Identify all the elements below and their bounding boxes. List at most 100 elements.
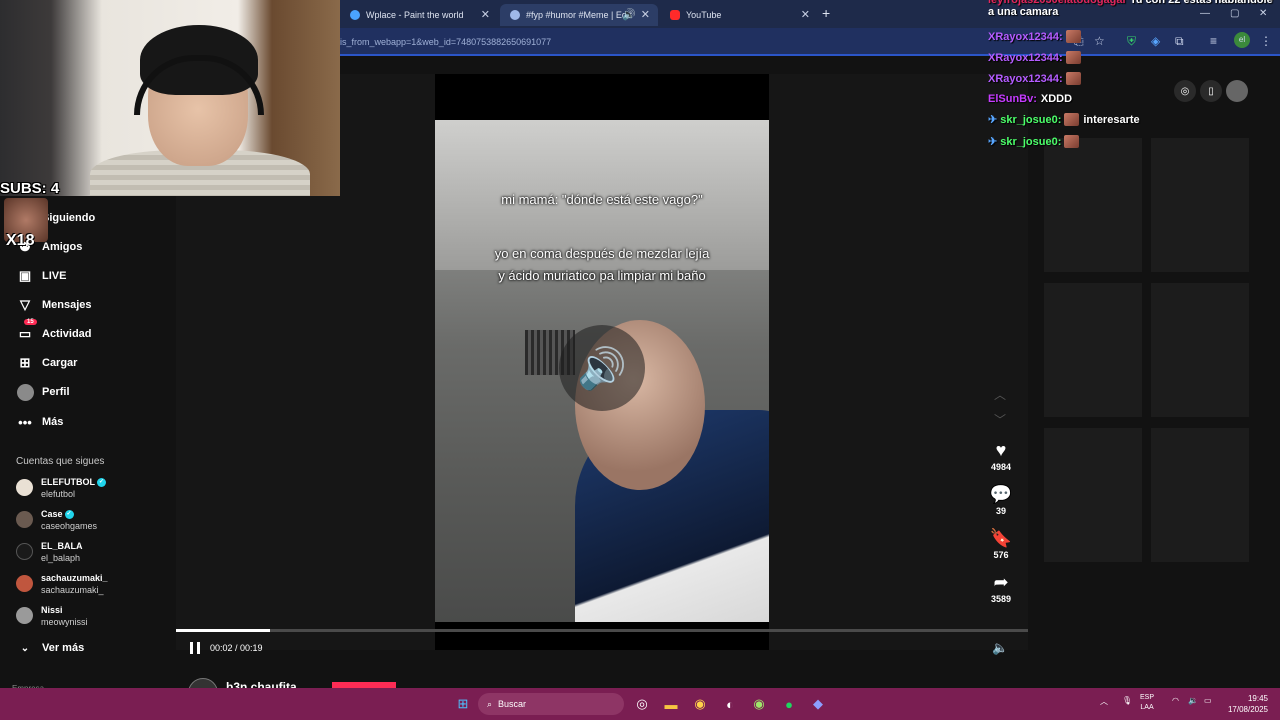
tab-label: Wplace - Paint the world [366,10,464,20]
chat-user: skr_josue0: [1000,113,1062,126]
microphone-icon[interactable]: 🎙 [1122,696,1132,705]
save-button[interactable]: 🔖 576 [984,528,1018,560]
subs-counter: SUBS: 4 [0,180,60,197]
close-icon[interactable]: ✕ [801,8,810,21]
next-video-button[interactable]: ﹀ [994,411,1006,428]
sidebar-item-activity[interactable]: ▭ 15 Actividad [16,319,92,343]
battery-icon[interactable]: ▭ [1204,696,1212,705]
sidebar-item-label: Mensajes [42,299,92,311]
close-icon[interactable]: ✕ [481,8,490,21]
close-icon[interactable]: ✕ [641,8,650,21]
kebab-menu-icon[interactable]: ⋮ [1260,34,1272,48]
account-item[interactable]: Case ✓ caseohgames [16,508,97,532]
profile-avatar[interactable] [1226,80,1248,102]
grid-card[interactable] [1151,138,1249,272]
system-clock[interactable]: 19:45 17/08/2025 [1220,693,1268,715]
sticker-label: X18 [6,232,35,249]
grid-card[interactable] [1044,283,1142,417]
account-item[interactable]: EL_BALA el_balaph [16,540,83,564]
save-count: 576 [993,550,1009,560]
grid-card[interactable] [1151,428,1249,562]
grid-card[interactable] [1044,138,1142,272]
sidebar-item-upload[interactable]: ⊞ Cargar [16,354,78,372]
wifi-icon[interactable]: ◠ [1172,696,1179,705]
avatar [16,511,33,528]
region-code: LAA [1140,704,1154,711]
previous-video-button[interactable]: ︿ [994,386,1006,403]
tab-youtube[interactable]: YouTube ✕ [660,4,818,26]
following-accounts-title: Cuentas que sigues [16,456,105,467]
video-time: 00:02 / 00:19 [210,643,263,653]
obs-icon[interactable]: ◐ [722,696,738,712]
account-item[interactable]: ELEFUTBOL ✓ elefutbol [16,476,106,500]
media-control-icon[interactable]: ≡ [1210,34,1217,48]
taskbar-search[interactable]: ⌕ Buscar [478,693,624,715]
app-icon[interactable]: ◎ [634,696,650,712]
shield-extension-icon[interactable]: ⛨ [1127,34,1136,49]
volume-overlay-icon[interactable]: 🔊 [559,325,645,411]
account-item[interactable]: Nissi meowynissi [16,604,88,628]
new-tab-button[interactable]: + [822,5,830,21]
puzzle-icon[interactable]: ⧉ [1175,34,1184,49]
folder-icon[interactable]: ▬ [663,696,679,712]
extension-icon[interactable]: ◈ [1151,34,1160,48]
language-indicator[interactable]: ESP LAA [1140,693,1154,713]
comment-button[interactable]: 💬 39 [984,484,1018,516]
share-button[interactable]: ➦ 3589 [984,572,1018,604]
comment-count: 39 [995,506,1006,516]
account-name: sachauzumaki_ [41,573,108,583]
sidebar-item-messages[interactable]: ▽ Mensajes [16,296,92,314]
clock-date: 17/08/2025 [1227,705,1268,714]
sidebar-item-live[interactable]: ▣ LIVE [16,267,67,285]
profile-avatar[interactable]: el [1234,32,1250,48]
messages-icon: ▽ [20,297,30,312]
avatar [16,479,33,496]
chat-message: ElSunBv: XDDD [988,93,1072,105]
see-more-button[interactable]: ⌄ Ver más [16,639,84,657]
chat-message: XRayox12344: [988,30,1081,43]
grid-card[interactable] [1151,283,1249,417]
windows-start-icon[interactable]: ⊞ [455,696,471,712]
spotify-icon[interactable]: ● [781,696,797,712]
speaker-icon[interactable]: 🔉 [1188,696,1198,705]
clock-time: 19:45 [1247,694,1268,703]
top-right-controls: ◎ ▯ [1170,80,1248,102]
bookmark-star-icon[interactable]: ☆ [1094,34,1105,48]
tab-tiktok[interactable]: #fyp #humor #Meme | Edit 🔊 ✕ [500,4,658,26]
chrome-profile-icon[interactable]: ◉ [751,696,767,712]
account-handle: el_balaph [41,553,81,563]
compass-icon[interactable]: ◎ [1174,80,1196,102]
pause-icon[interactable] [190,642,200,654]
share-icon: ➦ [993,572,1009,592]
account-handle: meowynissi [41,617,88,627]
phone-icon[interactable]: ▯ [1200,80,1222,102]
grid-card[interactable] [1044,428,1142,562]
sidebar-item-profile[interactable]: Perfil [16,383,70,401]
video-frame[interactable]: mi mamá: "dónde está este vago?" yo en c… [435,120,769,622]
like-button[interactable]: ♥ 4984 [984,440,1018,472]
chat-user: skr_josue0: [1000,135,1062,148]
notification-badge: 15 [24,319,37,325]
verified-icon: ✓ [64,510,74,520]
emote-image [1064,135,1080,148]
volume-icon[interactable]: 🔈 [992,640,1008,656]
url-text[interactable]: is_from_webapp=1&web_id=7480753882650691… [340,37,551,47]
upload-icon: ⊞ [19,355,31,370]
speaker-icon[interactable]: 🔊 [622,8,636,21]
video-caption: yo en coma después de mezclar lejía [494,246,710,261]
tab-wplace[interactable]: Wplace - Paint the world ✕ [340,4,498,26]
chrome-icon[interactable]: ◉ [692,696,708,712]
chat-message: ✈ skr_josue0: interesarte [988,113,1140,126]
youtube-icon [670,10,680,20]
chevron-down-icon: ⌄ [20,642,30,654]
chevron-up-icon[interactable]: ︿ [1100,696,1108,707]
sidebar-item-more[interactable]: ••• Más [16,413,63,431]
sidebar-item-label: Actividad [42,328,92,340]
heart-icon: ♥ [995,440,1007,460]
chat-text: interesarte [1083,113,1140,126]
account-item[interactable]: sachauzumaki_ sachauzumaki_ [16,572,108,596]
avatar [16,575,33,592]
discord-icon[interactable]: ◆ [810,696,826,712]
video-progress-bar[interactable] [176,629,1028,632]
pin-icon: ✈ [988,114,998,126]
